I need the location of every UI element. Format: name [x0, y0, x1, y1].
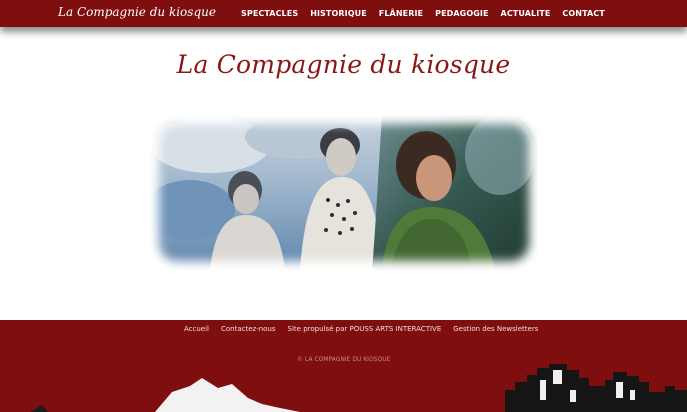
- top-bar: La Compagnie du kiosque SPECTACLES HISTO…: [0, 0, 687, 27]
- nav-contact[interactable]: CONTACT: [562, 9, 604, 18]
- footer-link-contact[interactable]: Contactez-nous: [221, 325, 276, 333]
- page-title: La Compagnie du kiosque: [176, 50, 511, 79]
- nav-historique[interactable]: HISTORIQUE: [310, 9, 367, 18]
- footer-link-newsletters[interactable]: Gestion des Newsletters: [453, 325, 538, 333]
- nav-flanerie[interactable]: FLÂNERIE: [379, 9, 423, 18]
- site-logo[interactable]: La Compagnie du kiosque: [58, 5, 216, 19]
- nav-actualite[interactable]: ACTUALITE: [501, 9, 551, 18]
- footer: Accueil Contactez-nous Site propulsé par…: [0, 320, 687, 412]
- nav-spectacles[interactable]: SPECTACLES: [241, 9, 298, 18]
- skyline-illustration: [30, 364, 687, 412]
- footer-links: Accueil Contactez-nous Site propulsé par…: [184, 325, 538, 333]
- hero-image: [150, 115, 538, 270]
- main-nav: SPECTACLES HISTORIQUE FLÂNERIE PEDAGOGIE…: [241, 9, 605, 18]
- nav-pedagogie[interactable]: PEDAGOGIE: [435, 9, 488, 18]
- footer-link-accueil[interactable]: Accueil: [184, 325, 209, 333]
- footer-link-credits[interactable]: Site propulsé par POUSS ARTS INTERACTIVE: [288, 325, 442, 333]
- copyright-text: © LA COMPAGNIE DU KIOSQUE: [297, 356, 391, 363]
